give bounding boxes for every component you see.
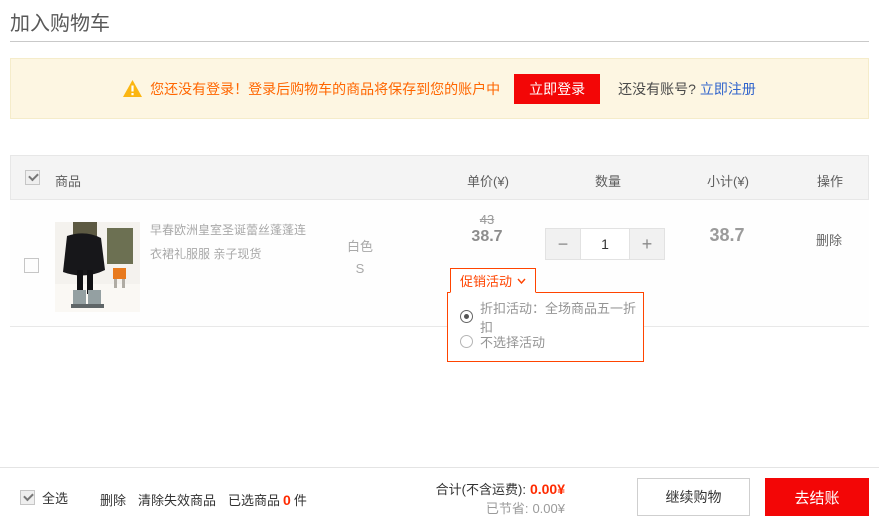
login-now-button[interactable]: 立即登录 (514, 74, 600, 104)
current-price: 38.7 (437, 228, 537, 246)
promotion-option-discount[interactable]: 折扣活动：全场商品五一折扣 (460, 304, 643, 329)
product-image[interactable] (55, 222, 140, 312)
select-all-label: 全选 (42, 488, 68, 507)
promotion-dropdown-button[interactable]: 促销活动 (450, 268, 536, 293)
chevron-down-icon (517, 278, 526, 284)
radio-unselected-icon (460, 335, 473, 348)
promotion-dropdown-label: 促销活动 (460, 271, 512, 290)
product-name-link[interactable]: 早春欧洲皇室圣诞蕾丝蓬蓬连衣裙礼服服 亲子现货 (150, 218, 316, 266)
footer-delete-link[interactable]: 删除 (100, 490, 126, 509)
column-product: 商品 (55, 171, 81, 190)
saved-line: 已节省:0.00¥ (405, 499, 565, 518)
product-spec: 白色 S (328, 236, 392, 280)
selected-count-prefix: 已选商品 (228, 493, 280, 508)
item-select-checkbox[interactable] (24, 258, 39, 273)
continue-shopping-button[interactable]: 继续购物 (637, 478, 750, 516)
cart-footer-bar: 全选 删除 清除失效商品 已选商品0件 合计(不含运费):0.00¥ 已节省:0… (0, 467, 879, 524)
quantity-input[interactable] (581, 228, 629, 260)
item-subtotal: 38.7 (677, 225, 777, 246)
login-warning-banner: 您还没有登录！登录后购物车的商品将保存到您的账户中 立即登录 还没有账号? 立即… (10, 58, 869, 119)
product-color: 白色 (328, 236, 392, 258)
select-all-control[interactable]: 全选 (20, 488, 68, 507)
quantity-stepper: − + (545, 228, 665, 260)
total-value: 0.00¥ (530, 481, 565, 497)
clear-invalid-link[interactable]: 清除失效商品 (138, 490, 216, 509)
saved-label: 已节省: (486, 501, 529, 516)
total-line: 合计(不含运费): 0.00¥ (405, 480, 565, 499)
item-delete-link[interactable]: 删除 (789, 230, 869, 249)
total-label: 合计(不含运费): (436, 482, 526, 497)
column-quantity: 数量 (558, 171, 658, 190)
radio-selected-icon (460, 310, 473, 323)
checkout-button[interactable]: 去结账 (765, 478, 869, 516)
promotion-options-panel: 折扣活动：全场商品五一折扣 不选择活动 (447, 292, 644, 362)
column-subtotal: 小计(¥) (678, 171, 778, 190)
selected-count-suffix: 件 (294, 493, 307, 508)
cart-page: 加入购物车 您还没有登录！登录后购物车的商品将保存到您的账户中 立即登录 还没有… (0, 0, 879, 524)
title-divider (10, 41, 869, 42)
selected-count-value: 0 (280, 492, 294, 508)
selected-count-text: 已选商品0件 (228, 490, 307, 509)
login-warning-text: 您还没有登录！登录后购物车的商品将保存到您的账户中 (150, 79, 500, 99)
promotion-option-label: 不选择活动 (480, 332, 545, 351)
page-title: 加入购物车 (10, 7, 110, 36)
cart-table-header: 商品 单价(¥) 数量 小计(¥) 操作 (10, 155, 869, 200)
header-select-all-checkbox[interactable] (25, 170, 40, 185)
increase-quantity-button[interactable]: + (629, 228, 665, 260)
decrease-quantity-button[interactable]: − (545, 228, 581, 260)
register-now-link[interactable]: 立即注册 (700, 79, 756, 99)
column-unit-price: 单价(¥) (438, 171, 538, 190)
cart-item-row: 早春欧洲皇室圣诞蕾丝蓬蓬连衣裙礼服服 亲子现货 白色 S 43 38.7 − +… (10, 200, 869, 327)
promotion-option-label: 折扣活动：全场商品五一折扣 (480, 298, 643, 336)
original-price: 43 (437, 212, 537, 227)
warning-icon (123, 80, 142, 97)
totals-block: 合计(不含运费): 0.00¥ 已节省:0.00¥ (405, 480, 565, 518)
no-account-text: 还没有账号? (618, 79, 696, 99)
unit-price-cell: 43 38.7 (437, 212, 537, 246)
select-all-checkbox[interactable] (20, 490, 35, 505)
column-action: 操作 (790, 171, 870, 190)
saved-value: 0.00¥ (532, 501, 565, 516)
product-size: S (328, 258, 392, 280)
